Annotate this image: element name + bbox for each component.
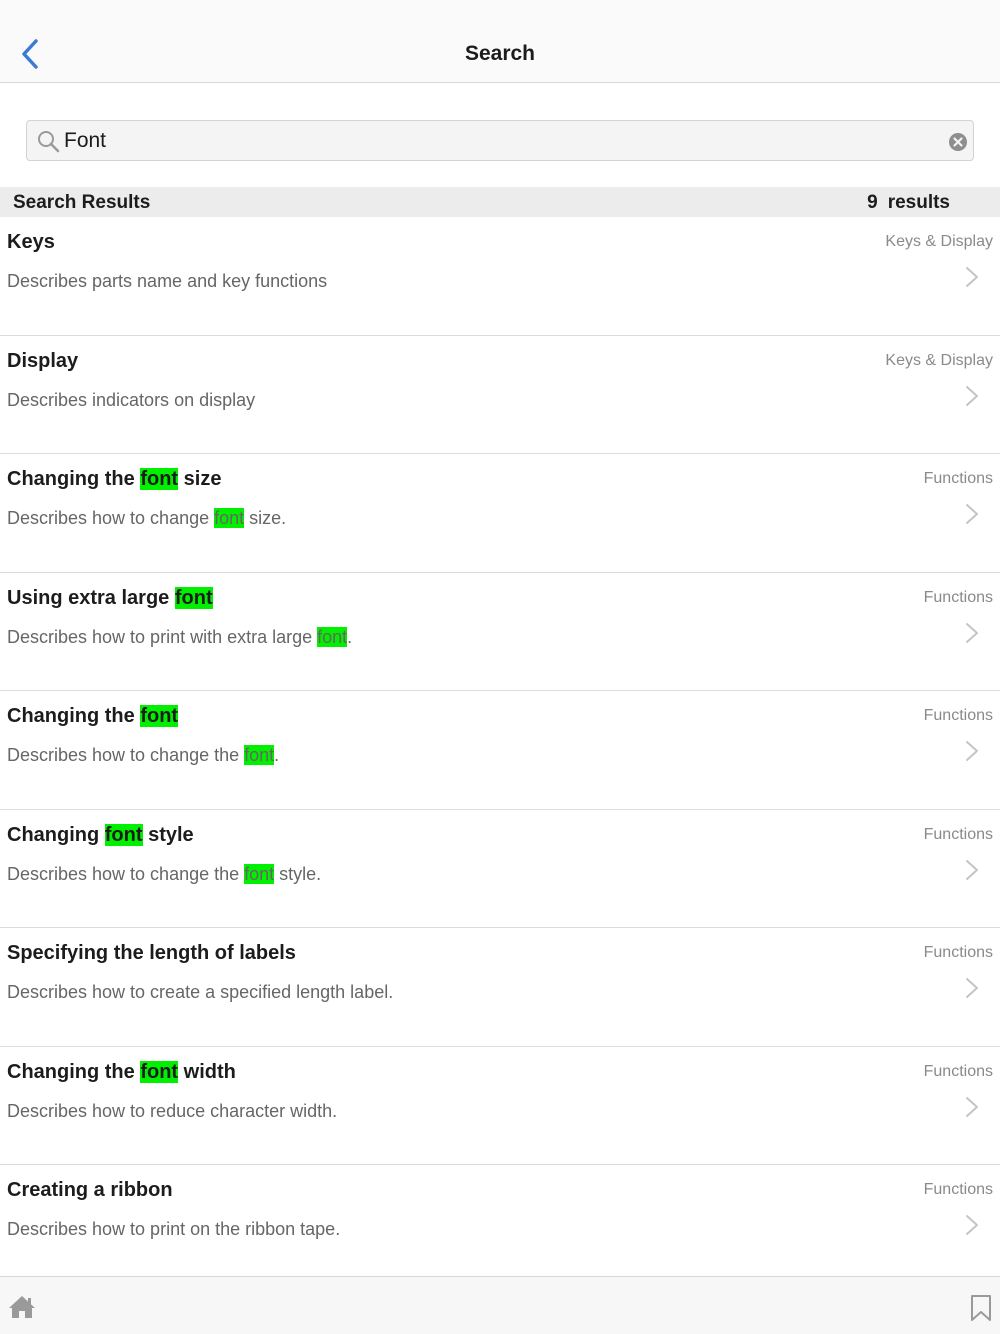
highlighted-term: font [104, 823, 143, 846]
description-text: Describes how to reduce character width. [7, 1100, 338, 1121]
result-title: Using extra large font [7, 586, 213, 610]
bookmark-icon[interactable] [970, 1294, 992, 1322]
title-text: Specifying the length of labels [7, 942, 296, 964]
title-text: Creating a ribbon [7, 1179, 173, 1201]
result-category: Functions [923, 1181, 993, 1198]
highlighted-term: font [214, 508, 245, 528]
list-item[interactable]: Changing the font Describes how to change… [0, 691, 1000, 810]
result-category: Functions [923, 825, 993, 843]
result-description: Describes how to reduce character width. [7, 1101, 337, 1122]
result-title: Changing font style [7, 823, 194, 847]
description-text: Describes parts name and key functions [7, 271, 328, 291]
title-text: Display [7, 349, 79, 372]
result-description: Describes indicators on display [7, 390, 255, 411]
result-category: Keys & Display [885, 351, 993, 369]
highlighted-term: font [140, 705, 179, 727]
result-description: Describes how to change font size. [7, 508, 286, 529]
highlighted-term: font [317, 626, 348, 647]
chevron-right-icon [966, 978, 978, 998]
list-item[interactable]: Keys Describes parts name and key functio… [0, 217, 1000, 336]
highlighted-term: font [244, 863, 275, 884]
results-title: Search Results [13, 192, 151, 213]
page-title: Search [464, 42, 536, 65]
search-area [0, 83, 1000, 187]
description-text: Describes indicators on display [7, 389, 256, 410]
chevron-right-icon [966, 1215, 978, 1235]
title-text: style [142, 823, 194, 846]
title-text: Changing the [7, 705, 141, 727]
results-count: 9 results [867, 192, 950, 214]
title-text: size [178, 468, 222, 490]
result-description: Describes how to print with extra large … [7, 626, 353, 648]
list-item[interactable]: Creating a ribbon Describes how to print … [0, 1165, 1000, 1277]
list-item[interactable]: Using extra large font Describes how to p… [0, 573, 1000, 691]
chevron-right-icon [966, 385, 978, 406]
highlighted-term: font [140, 1060, 179, 1083]
description-text: Describes how to change the [7, 863, 245, 884]
chevron-right-icon [966, 504, 978, 524]
description-text: . [274, 745, 280, 765]
result-category: Keys & Display [885, 233, 993, 250]
chevron-right-icon [966, 622, 978, 643]
results-header: Search Results 9 results [0, 187, 1000, 217]
result-description: Describes how to change the font style. [7, 863, 322, 885]
result-title: Changing the font [7, 705, 179, 728]
result-category: Functions [923, 588, 993, 606]
highlighted-term: font [174, 586, 213, 609]
result-description: Describes how to change the font. [7, 745, 279, 766]
description-text: Describes how to print on the ribbon tap… [7, 1219, 341, 1239]
navigation-bar: Search [0, 0, 1000, 83]
highlighted-term: font [244, 745, 275, 765]
result-title: Display [7, 350, 78, 373]
result-title: Keys [7, 231, 55, 254]
title-text: width [178, 1060, 236, 1083]
result-category: Functions [923, 707, 993, 724]
result-title: Creating a ribbon [7, 1179, 173, 1202]
list-item[interactable]: Changing font style Describes how to chan… [0, 810, 1000, 928]
search-input[interactable] [64, 126, 924, 156]
list-item[interactable]: Changing the font size Describes how to c… [0, 454, 1000, 573]
results-count-number: 9 [867, 192, 878, 213]
home-icon[interactable] [8, 1294, 36, 1320]
list-item[interactable]: Changing the font width Describes how to … [0, 1047, 1000, 1165]
bottom-toolbar [0, 1276, 1000, 1334]
result-description: Describes how to create a specified leng… [7, 982, 393, 1003]
result-category: Functions [923, 944, 993, 961]
results-count-label: results [887, 192, 950, 213]
list-item[interactable]: Specifying the length of labels Describes… [0, 928, 1000, 1047]
description-text: Describes how to change the [7, 745, 245, 765]
description-text: Describes how to print with extra large [7, 626, 318, 647]
result-description: Describes how to print on the ribbon tap… [7, 1219, 340, 1240]
results-list: Keys Describes parts name and key functio… [0, 217, 1000, 1277]
chevron-right-icon [966, 741, 978, 761]
title-text: Changing [7, 823, 105, 846]
title-text: Keys [7, 231, 55, 253]
search-box[interactable] [26, 120, 974, 161]
title-text: Changing the [7, 1060, 141, 1083]
highlighted-term: font [140, 468, 179, 490]
result-category: Functions [923, 470, 993, 487]
description-text: Describes how to change [7, 508, 215, 528]
description-text: Describes how to create a specified leng… [7, 982, 394, 1002]
description-text: . [347, 626, 353, 647]
chevron-right-icon [966, 267, 978, 287]
result-title: Changing the font width [7, 1060, 236, 1084]
chevron-right-icon [966, 1096, 978, 1117]
result-description: Describes parts name and key functions [7, 271, 327, 292]
magnifier-icon [38, 131, 60, 153]
chevron-right-icon [966, 859, 978, 880]
description-text: style. [274, 863, 322, 884]
result-category: Functions [923, 1062, 993, 1080]
list-item[interactable]: Display Describes indicators on display Ke… [0, 336, 1000, 454]
title-text: Using extra large [7, 586, 175, 609]
result-title: Specifying the length of labels [7, 942, 296, 965]
description-text: size. [244, 508, 287, 528]
result-title: Changing the font size [7, 468, 221, 491]
title-text: Changing the [7, 468, 141, 490]
clear-circle-icon[interactable] [948, 132, 968, 152]
